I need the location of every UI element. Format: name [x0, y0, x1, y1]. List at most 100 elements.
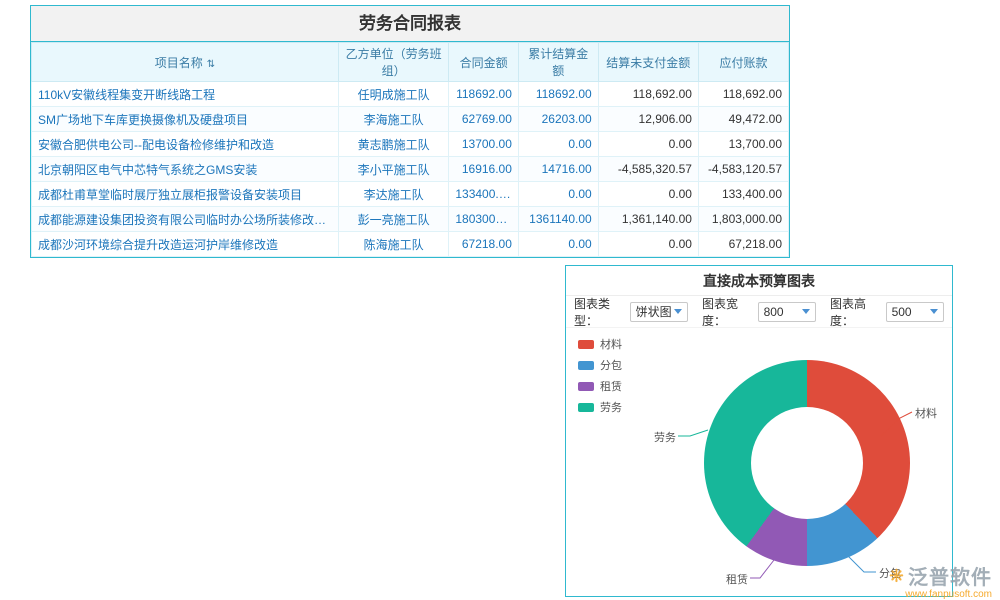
column-header-label: 应付账款 — [719, 56, 767, 70]
column-header[interactable]: 应付账款 — [698, 43, 788, 82]
chart-height-control: 图表高度：500 — [830, 295, 944, 329]
contract-amount-cell: 118692.00 — [449, 82, 519, 107]
legend-item-0[interactable]: 材料 — [578, 336, 622, 352]
column-header-label: 累计结算金额 — [528, 47, 588, 78]
unpaid-amount-cell: 1,361,140.00 — [598, 207, 698, 232]
header-row: 项目名称 ⇅ 乙方单位（劳务班组） 合同金额 累计结算金额 结算未支付金额 应付账款 — [32, 43, 789, 82]
column-header[interactable]: 累计结算金额 — [518, 43, 598, 82]
legend-item-2[interactable]: 租赁 — [578, 378, 622, 394]
settled-amount-cell: 26203.00 — [518, 107, 598, 132]
unit-cell[interactable]: 陈海施工队 — [338, 232, 448, 257]
column-header-label: 乙方单位（劳务班组） — [346, 47, 442, 78]
payable-amount-cell: 13,700.00 — [698, 132, 788, 157]
settled-amount-cell: 118692.00 — [518, 82, 598, 107]
chart-width-value: 800 — [764, 305, 784, 319]
settled-amount-cell: 0.00 — [518, 132, 598, 157]
report-table-body: 110kV安徽线程集变开断线路工程任明成施工队118692.00118692.0… — [32, 82, 789, 257]
payable-amount-cell: 67,218.00 — [698, 232, 788, 257]
chevron-down-icon[interactable] — [802, 309, 810, 314]
cost-budget-chart-panel: 直接成本预算图表 图表类型：饼状图图表宽度：800图表高度：500 材料分包租赁… — [565, 265, 953, 597]
table-row: 成都能源建设集团投资有限公司临时办公场所装修改造工程EPC彭一亮施工队18030… — [32, 207, 789, 232]
chart-type-value: 饼状图 — [636, 303, 672, 320]
payable-amount-cell: 118,692.00 — [698, 82, 788, 107]
pie-label-material: 材料 — [915, 405, 937, 421]
unpaid-amount-cell: 0.00 — [598, 182, 698, 207]
table-row: 110kV安徽线程集变开断线路工程任明成施工队118692.00118692.0… — [32, 82, 789, 107]
unpaid-amount-cell: 12,906.00 — [598, 107, 698, 132]
unit-cell[interactable]: 彭一亮施工队 — [338, 207, 448, 232]
payable-amount-cell: 1,803,000.00 — [698, 207, 788, 232]
payable-amount-cell: -4,583,120.57 — [698, 157, 788, 182]
chevron-down-icon[interactable] — [674, 309, 682, 314]
report-table-header: 项目名称 ⇅ 乙方单位（劳务班组） 合同金额 累计结算金额 结算未支付金额 应付账款 — [32, 43, 789, 82]
unpaid-amount-cell: -4,585,320.57 — [598, 157, 698, 182]
payable-amount-cell: 133,400.00 — [698, 182, 788, 207]
column-header[interactable]: 合同金额 — [449, 43, 519, 82]
contract-amount-cell: 13700.00 — [449, 132, 519, 157]
column-header[interactable]: 项目名称 ⇅ — [32, 43, 339, 82]
legend-label: 分包 — [600, 357, 622, 373]
chevron-down-icon[interactable] — [930, 309, 938, 314]
unpaid-amount-cell: 0.00 — [598, 132, 698, 157]
table-row: 北京朝阳区电气中芯特气系统之GMS安装李小平施工队16916.0014716.0… — [32, 157, 789, 182]
chart-height-label: 图表高度： — [830, 295, 882, 329]
table-row: 成都杜甫草堂临时展厅独立展柜报警设备安装项目李达施工队133400.000.00… — [32, 182, 789, 207]
watermark: ❋ 泛普软件 www.fanpusoft.com — [889, 561, 992, 600]
chart-title: 直接成本预算图表 — [566, 266, 952, 296]
unpaid-amount-cell: 118,692.00 — [598, 82, 698, 107]
legend-label: 材料 — [600, 336, 622, 352]
chart-type-control: 图表类型： 饼状图 — [574, 295, 688, 329]
project-name-cell[interactable]: 110kV安徽线程集变开断线路工程 — [32, 82, 339, 107]
contract-amount-cell: 16916.00 — [449, 157, 519, 182]
contract-amount-cell: 67218.00 — [449, 232, 519, 257]
chart-type-select[interactable]: 饼状图 — [630, 302, 688, 322]
settled-amount-cell: 1361140.00 — [518, 207, 598, 232]
pie-label-labor: 劳务 — [644, 429, 676, 445]
project-name-cell[interactable]: 北京朝阳区电气中芯特气系统之GMS安装 — [32, 157, 339, 182]
column-header-label: 结算未支付金额 — [606, 56, 690, 70]
project-name-cell[interactable]: 安徽合肥供电公司--配电设备检修维护和改造 — [32, 132, 339, 157]
legend-swatch — [578, 340, 594, 349]
report-title: 劳务合同报表 — [31, 6, 789, 42]
watermark-brand: 泛普软件 — [908, 561, 992, 590]
contract-amount-cell: 62769.00 — [449, 107, 519, 132]
legend-swatch — [578, 382, 594, 391]
unpaid-amount-cell: 0.00 — [598, 232, 698, 257]
settled-amount-cell: 0.00 — [518, 232, 598, 257]
table-row: 安徽合肥供电公司--配电设备检修维护和改造黄志鹏施工队13700.000.000… — [32, 132, 789, 157]
legend-swatch — [578, 403, 594, 412]
unit-cell[interactable]: 李海施工队 — [338, 107, 448, 132]
column-header[interactable]: 结算未支付金额 — [598, 43, 698, 82]
column-header-label: 合同金额 — [460, 56, 508, 70]
column-header[interactable]: 乙方单位（劳务班组） — [338, 43, 448, 82]
project-name-cell[interactable]: SM广场地下车库更换摄像机及硬盘项目 — [32, 107, 339, 132]
unit-cell[interactable]: 李小平施工队 — [338, 157, 448, 182]
project-name-cell[interactable]: 成都沙河环境综合提升改造运河护岸维修改造 — [32, 232, 339, 257]
fanpu-logo-icon: ❋ — [889, 567, 904, 585]
legend-label: 租赁 — [600, 378, 622, 394]
chart-type-label: 图表类型： — [574, 295, 626, 329]
legend-swatch — [578, 361, 594, 370]
chart-height-select[interactable]: 500 — [886, 302, 944, 322]
unit-cell[interactable]: 黄志鹏施工队 — [338, 132, 448, 157]
project-name-cell[interactable]: 成都能源建设集团投资有限公司临时办公场所装修改造工程EPC — [32, 207, 339, 232]
chart-width-select[interactable]: 800 — [758, 302, 816, 322]
unit-cell[interactable]: 李达施工队 — [338, 182, 448, 207]
table-row: 成都沙河环境综合提升改造运河护岸维修改造陈海施工队67218.000.000.0… — [32, 232, 789, 257]
unit-cell[interactable]: 任明成施工队 — [338, 82, 448, 107]
chart-width-control: 图表宽度：800 — [702, 295, 816, 329]
project-name-cell[interactable]: 成都杜甫草堂临时展厅独立展柜报警设备安装项目 — [32, 182, 339, 207]
legend-label: 劳务 — [600, 399, 622, 415]
chart-area: 材料分包租赁劳务 材料 分包 租赁 劳务 — [566, 328, 952, 596]
contract-amount-cell: 1803000.00 — [449, 207, 519, 232]
chart-legend: 材料分包租赁劳务 — [578, 336, 622, 415]
settled-amount-cell: 14716.00 — [518, 157, 598, 182]
donut-hole — [751, 407, 863, 519]
legend-item-1[interactable]: 分包 — [578, 357, 622, 373]
settled-amount-cell: 0.00 — [518, 182, 598, 207]
sort-icon[interactable]: ⇅ — [207, 59, 215, 70]
legend-item-3[interactable]: 劳务 — [578, 399, 622, 415]
contract-amount-cell: 133400.00 — [449, 182, 519, 207]
payable-amount-cell: 49,472.00 — [698, 107, 788, 132]
column-header-label: 项目名称 — [155, 56, 203, 70]
